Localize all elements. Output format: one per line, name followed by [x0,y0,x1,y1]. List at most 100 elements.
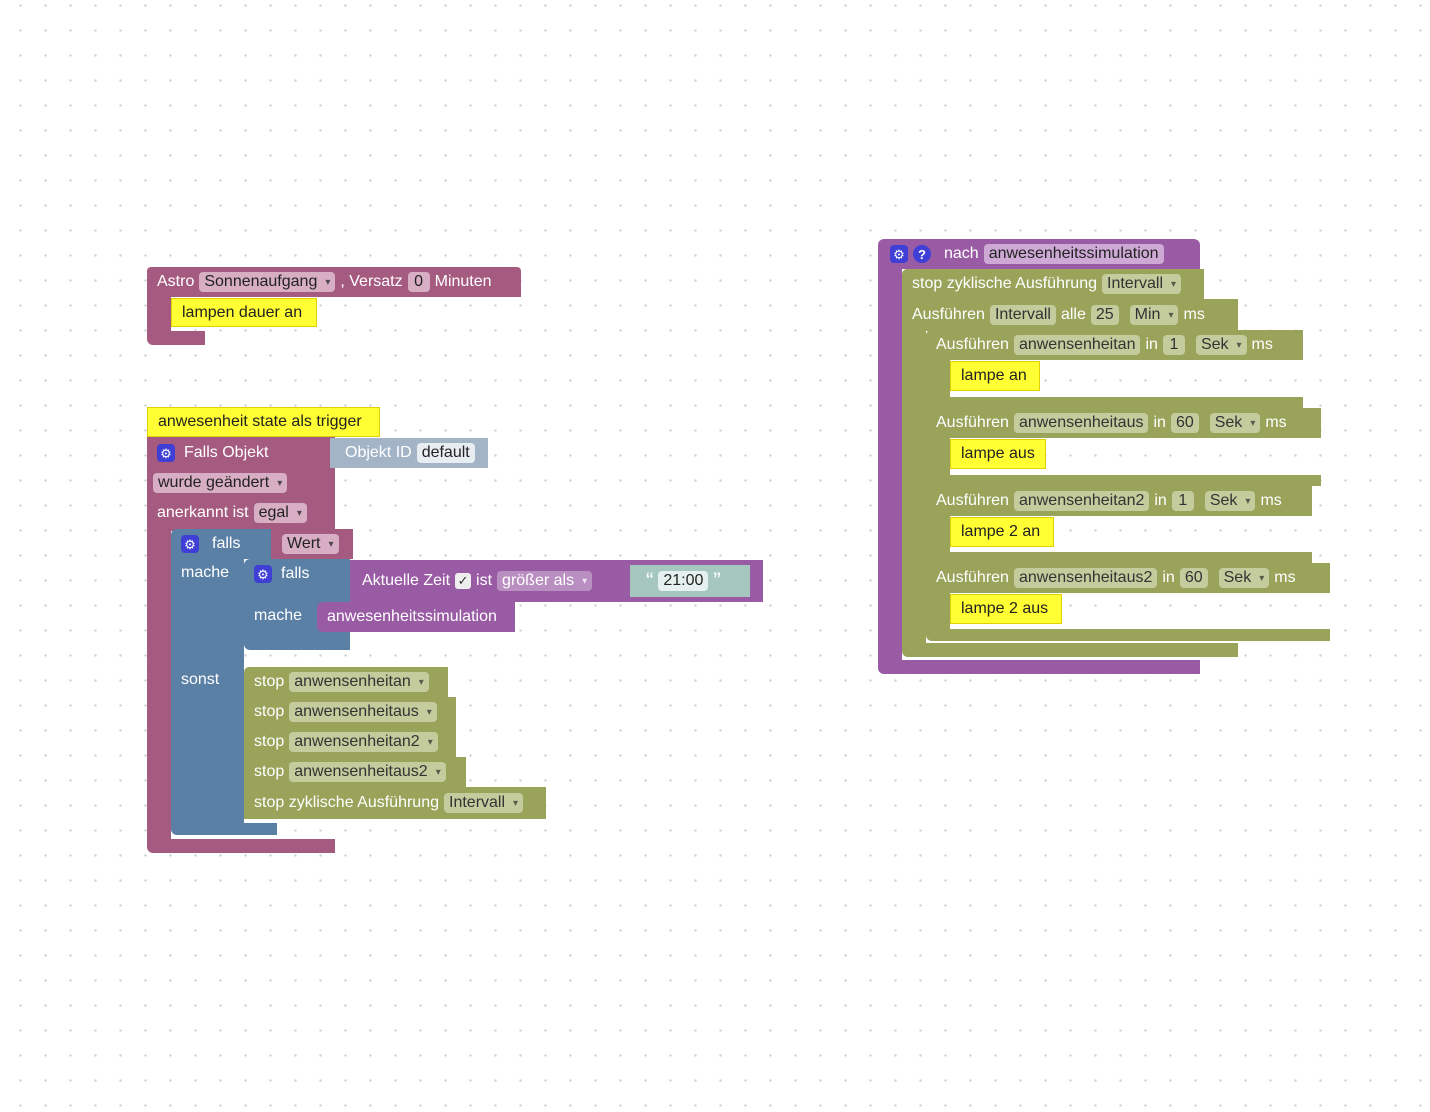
astro-label: Astro [157,273,195,290]
function-header: ⚙ ? nach anwesenheitssimulation [880,239,1174,269]
stop-target-dropdown[interactable]: anwensenheitan2 [289,732,438,752]
quote-close-icon: ” [713,568,721,593]
operator-dropdown[interactable]: größer als [497,571,593,591]
timeout-body-4 [926,593,950,631]
offset-label: , Versatz [340,273,403,290]
compare-row: Aktuelle Zeit ✓ ist größer als [352,566,602,596]
timeout-value-input[interactable]: 1 [1171,491,1194,511]
time-string-row: “ 21:00 ” [636,566,731,596]
timeout-unit-dropdown[interactable]: Sek [1204,491,1256,511]
wert-dropdown[interactable]: Wert [282,534,339,554]
timeout-comment-3[interactable]: lampe 2 an [950,517,1054,547]
astro-comment[interactable]: lampen dauer an [171,298,317,327]
timeout-body-1 [926,360,950,398]
interval-footer [902,643,1238,657]
timeout-name-input[interactable]: anwensenheitan2 [1013,491,1150,511]
astro-event-dropdown[interactable]: Sonnenaufgang [199,272,336,292]
timeout-unit-dropdown[interactable]: Sek [1195,335,1247,355]
timeout-label: Ausführen [936,336,1009,353]
changed-row: wurde geändert [147,468,297,498]
stop-row-1: stop anwensenheitan [244,667,439,697]
timeout-comment-1[interactable]: lampe an [950,361,1040,391]
help-icon[interactable]: ? [913,245,931,263]
in-label: in [1154,492,1167,509]
gear-icon[interactable]: ⚙ [890,245,908,263]
interval-label: Ausführen [912,306,985,323]
ms-label: ms [1251,336,1273,353]
timeout-body-2 [926,438,950,476]
interval-name-input[interactable]: Intervall [989,305,1056,325]
gear-icon[interactable]: ⚙ [157,444,175,462]
ack-dropdown[interactable]: egal [253,503,307,523]
timeout-name-input[interactable]: anwensenheitaus2 [1013,568,1158,588]
interval-value-input[interactable]: 25 [1090,305,1119,325]
comment-text: lampe 2 an [961,523,1041,540]
timeout-row-3: Ausführen anwensenheitan2 in 1 Sek ms [926,486,1292,516]
timeout-comment-2[interactable]: lampe aus [950,439,1046,469]
minutes-label: Minuten [434,273,492,290]
stop-row-3: stop anwensenheitan2 [244,727,448,757]
changed-dropdown[interactable]: wurde geändert [153,473,288,493]
ms-label: ms [1265,414,1287,431]
quote-open-icon: “ [646,568,654,593]
timeout-name-input[interactable]: anwensenheitan [1013,335,1141,355]
timeout-unit-dropdown[interactable]: Sek [1209,413,1261,433]
checkbox[interactable]: ✓ [455,573,472,589]
outer-mache-row: mache [171,558,239,588]
ms-label: ms [1183,306,1205,323]
stop-target-dropdown[interactable]: anwensenheitan [289,672,429,692]
stop-interval-dropdown[interactable]: Intervall [1102,274,1182,294]
timeout-body-3 [926,516,950,554]
object-id-label: Objekt ID [345,444,412,461]
stop-label: stop [254,763,285,780]
procedure-call-row: anwesenheitssimulation [317,602,507,632]
trigger-comment-text: anwesenheit state als trigger [158,413,362,430]
gear-icon[interactable]: ⚙ [254,565,272,583]
timeout-row-1: Ausführen anwensenheitan in 1 Sek ms [926,330,1283,360]
ack-row: anerkannt ist egal [147,498,317,528]
alle-label: alle [1060,306,1086,323]
stop-target-dropdown[interactable]: anwensenheitaus [289,702,437,722]
timeout-label: Ausführen [936,569,1009,586]
stop-label: stop [254,733,285,750]
stop-interval-row: stop zyklische Ausführung Intervall [902,269,1191,299]
timeout-value-input[interactable]: 60 [1179,568,1208,588]
stop-target-dropdown[interactable]: Intervall [444,793,524,813]
timeout-footer-4 [926,629,1330,641]
offset-input[interactable]: 0 [407,272,430,292]
timeout-footer-3 [926,552,1312,563]
astro-header: Astro Sonnenaufgang , Versatz 0 Minuten [147,267,502,297]
timeout-comment-4[interactable]: lampe 2 aus [950,594,1062,624]
in-label: in [1153,414,1166,431]
sonst-label: sonst [181,671,220,688]
ack-label: anerkannt ist [157,504,249,521]
astro-footer [147,331,205,345]
trigger-comment[interactable]: anwesenheit state als trigger [147,407,380,437]
inner-if-footer [244,632,350,650]
timeout-row-2: Ausführen anwensenheitaus in 60 Sek ms [926,408,1297,438]
timeout-name-input[interactable]: anwensenheitaus [1013,413,1149,433]
astro-body-left [147,297,171,331]
comment-text: lampe aus [961,445,1035,462]
timeout-label: Ausführen [936,492,1009,509]
timeout-unit-dropdown[interactable]: Sek [1218,568,1270,588]
nach-label: nach [944,245,979,262]
trigger-header: ⚙ Falls Objekt [147,438,278,468]
interval-unit-dropdown[interactable]: Min [1129,305,1179,325]
timeout-value-input[interactable]: 1 [1162,335,1185,355]
object-id-field[interactable]: default [416,443,475,463]
timeout-value-input[interactable]: 60 [1170,413,1199,433]
in-label: in [1162,569,1175,586]
time-value-input[interactable]: 21:00 [658,571,709,591]
sonst-row: sonst [171,665,229,695]
inner-mache-label: mache [254,607,303,624]
outer-mache-label: mache [181,564,230,581]
timeout-label: Ausführen [936,414,1009,431]
gear-icon[interactable]: ⚙ [181,535,199,553]
trigger-footer [147,839,335,853]
function-name-input[interactable]: anwesenheitssimulation [983,244,1164,264]
stop-label: stop [254,673,285,690]
object-id-row: Objekt ID default [335,438,485,468]
stop-target-dropdown[interactable]: anwensenheitaus2 [289,762,446,782]
outer-if-row: ⚙ falls [171,529,250,559]
